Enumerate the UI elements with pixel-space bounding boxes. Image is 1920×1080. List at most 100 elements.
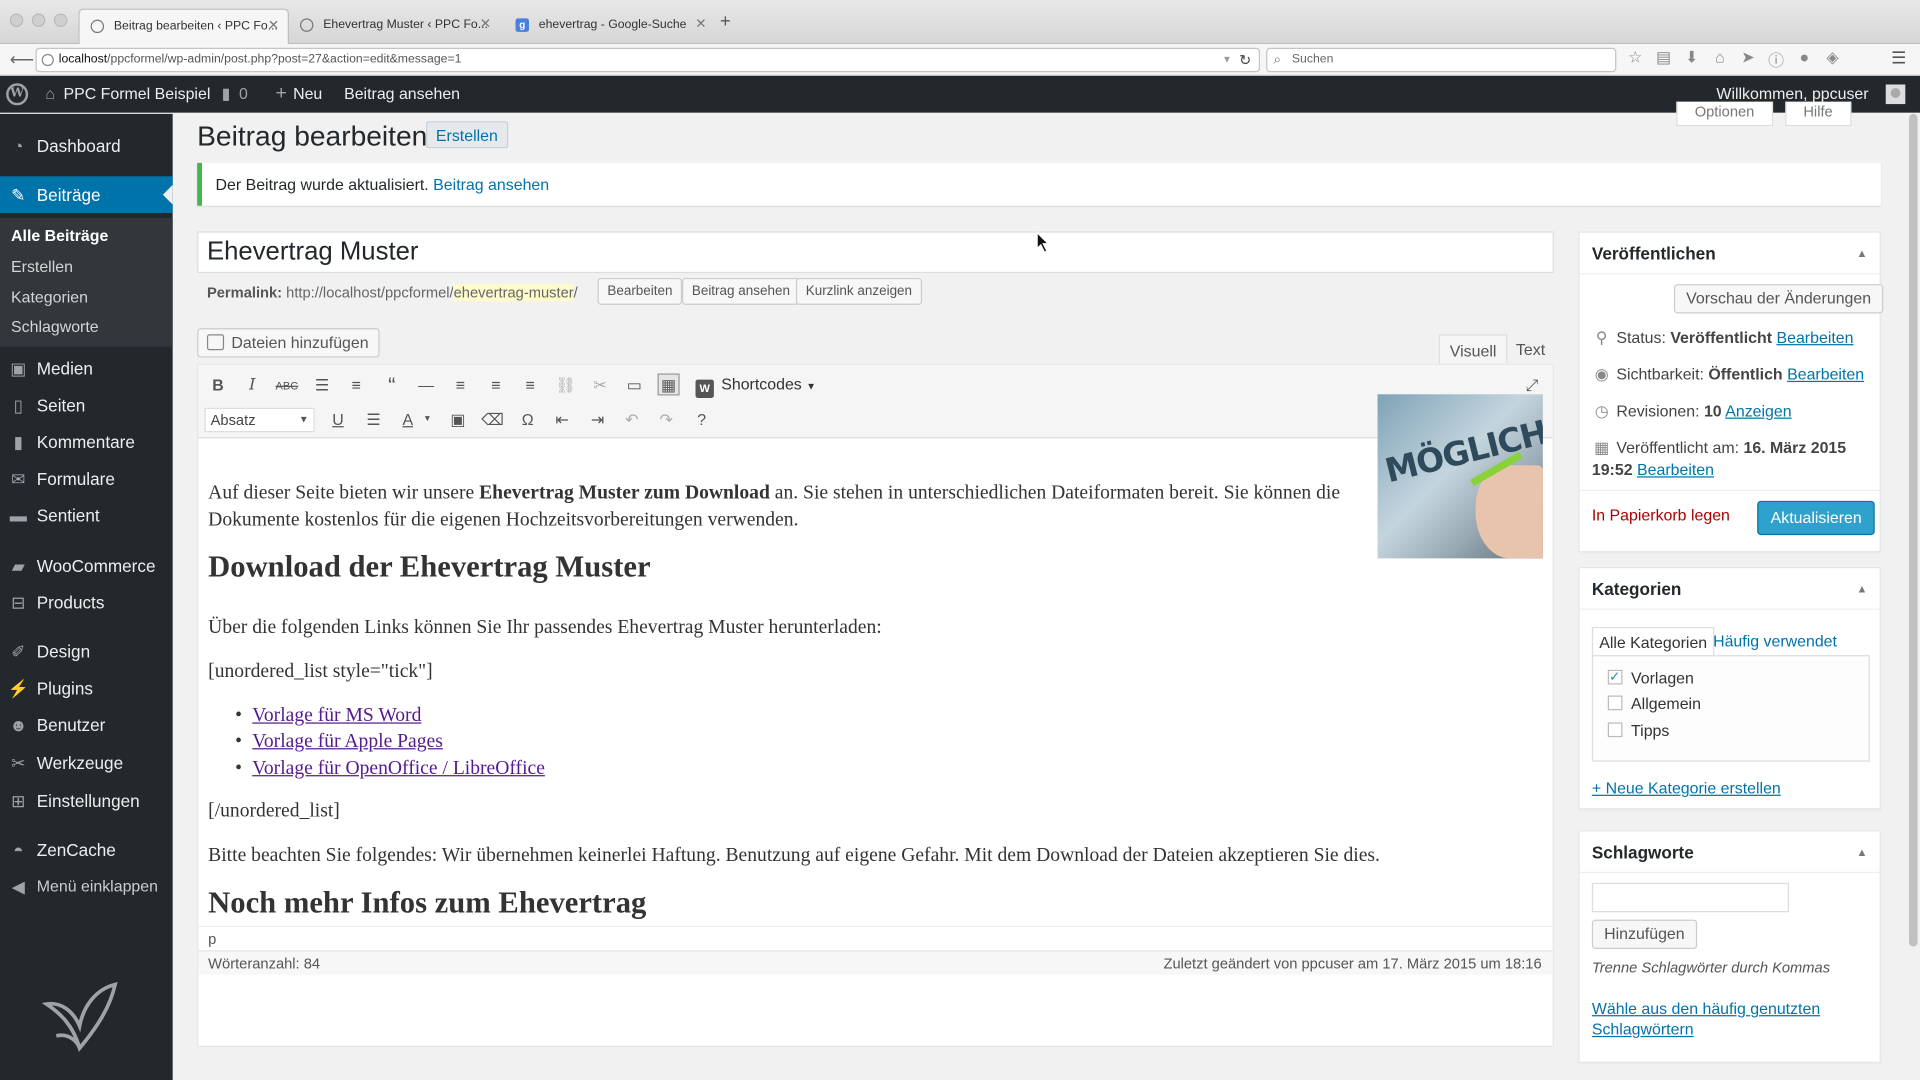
- send-icon[interactable]: ➤: [1739, 48, 1757, 71]
- sidebar-item-products[interactable]: ⊟ Products: [0, 584, 173, 621]
- publish-box-header[interactable]: Veröffentlichen ▲: [1579, 233, 1880, 275]
- avatar[interactable]: [1885, 84, 1906, 105]
- special-character-icon[interactable]: Ω: [517, 409, 539, 431]
- sidebar-item-plugins[interactable]: ⚡ Plugins: [0, 670, 173, 707]
- show-revisions-link[interactable]: Anzeigen: [1725, 402, 1791, 420]
- checkbox-vorlagen[interactable]: [1607, 667, 1623, 687]
- toolbar-toggle-icon[interactable]: ▦: [657, 373, 680, 396]
- redo-icon[interactable]: ↷: [655, 409, 677, 431]
- sidebar-item-zencache[interactable]: ◓ ZenCache: [0, 831, 173, 868]
- browser-search-input[interactable]: ⌕ Suchen: [1266, 47, 1617, 73]
- sidebar-item-tools[interactable]: ✂ Werkzeuge: [0, 744, 173, 781]
- shortlink-button[interactable]: Kurzlink anzeigen: [795, 277, 922, 305]
- justify-icon[interactable]: ☰: [362, 409, 384, 431]
- content-image[interactable]: MÖGLICH: [1377, 394, 1543, 559]
- text-color-caret-icon[interactable]: ▼: [416, 409, 438, 431]
- list-item[interactable]: Vorlagen: [1607, 667, 1694, 689]
- sidebar-item-settings[interactable]: ⊞ Einstellungen: [0, 782, 173, 819]
- tab-all-categories[interactable]: Alle Kategorien: [1591, 626, 1715, 657]
- submenu-categories[interactable]: Kategorien: [11, 288, 88, 306]
- choose-tags-link-2[interactable]: Schlagwörtern: [1592, 1019, 1694, 1040]
- tag-input[interactable]: [1591, 882, 1789, 913]
- close-tab-icon[interactable]: ✕: [268, 10, 279, 43]
- outdent-icon[interactable]: ⇤: [551, 409, 573, 431]
- sidebar-item-forms[interactable]: ✉ Formulare: [0, 460, 173, 497]
- list-item[interactable]: Tipps: [1607, 721, 1669, 741]
- submenu-new-post[interactable]: Erstellen: [11, 257, 73, 275]
- view-post-button[interactable]: Beitrag ansehen: [682, 277, 800, 305]
- sidebar-item-dashboard[interactable]: ◔ Dashboard: [0, 127, 173, 164]
- browser-tab-edit-post[interactable]: Beitrag bearbeiten ‹ PPC Fo... ✕: [78, 8, 289, 45]
- close-tab-icon[interactable]: ✕: [480, 9, 491, 42]
- browser-tab-google[interactable]: g ehevertrag - Google-Suche ✕: [504, 9, 715, 45]
- help-icon[interactable]: ?: [691, 409, 713, 431]
- checkbox-allgemein[interactable]: [1607, 695, 1623, 711]
- close-window-button[interactable]: [9, 13, 24, 27]
- bookmarks-list-icon[interactable]: ▤: [1654, 48, 1672, 71]
- edit-permalink-button[interactable]: Bearbeiten: [597, 277, 683, 305]
- edit-date-link[interactable]: Bearbeiten: [1637, 460, 1714, 478]
- browser-tab-post-preview[interactable]: Ehevertrag Muster ‹ PPC Fo... ✕: [289, 9, 500, 45]
- read-more-icon[interactable]: ▭: [623, 375, 645, 397]
- sidebar-item-design[interactable]: ✐ Design: [0, 633, 173, 670]
- close-tab-icon[interactable]: ✕: [695, 9, 706, 42]
- undo-icon[interactable]: ↶: [621, 409, 643, 431]
- horizontal-line-icon[interactable]: —: [415, 375, 437, 397]
- comments-link[interactable]: ▮ 0: [222, 76, 248, 113]
- download-icon[interactable]: ⬇: [1682, 48, 1700, 71]
- tab-visual[interactable]: Visuell: [1438, 334, 1508, 365]
- add-category-link[interactable]: + Neue Kategorie erstellen: [1592, 778, 1781, 799]
- collapse-arrow-icon[interactable]: ▲: [1856, 568, 1867, 610]
- permalink-slug[interactable]: ehevertrag-muster: [453, 284, 574, 302]
- sidebar-collapse-menu[interactable]: ◀ Menü einklappen: [0, 868, 173, 905]
- new-content-link[interactable]: + Neu: [276, 76, 323, 113]
- tab-popular-categories[interactable]: Häufig verwendet: [1707, 627, 1843, 656]
- site-name-link[interactable]: ⌂ PPC Formel Beispiel: [45, 76, 210, 113]
- bold-icon[interactable]: B: [207, 375, 229, 397]
- edit-visibility-link[interactable]: Bearbeiten: [1787, 365, 1864, 383]
- sidebar-item-woocommerce[interactable]: ▰ WooCommerce: [0, 547, 173, 584]
- add-tag-button[interactable]: Hinzufügen: [1591, 919, 1697, 949]
- url-bar[interactable]: localhost/ppcformel/wp-admin/post.php?po…: [35, 47, 1261, 73]
- wordpress-logo-icon[interactable]: W: [6, 83, 29, 106]
- minimize-window-button[interactable]: [31, 13, 46, 27]
- bullet-list-icon[interactable]: ☰: [311, 375, 333, 397]
- edit-status-link[interactable]: Bearbeiten: [1776, 328, 1853, 346]
- preview-changes-button[interactable]: Vorschau der Änderungen: [1673, 284, 1884, 314]
- align-left-icon[interactable]: ≡: [449, 375, 471, 397]
- align-center-icon[interactable]: ≡: [485, 375, 507, 397]
- indent-icon[interactable]: ⇥: [587, 409, 609, 431]
- format-select[interactable]: Absatz ▼: [204, 407, 315, 433]
- align-right-icon[interactable]: ≡: [519, 375, 541, 397]
- page-scrollbar[interactable]: [1905, 113, 1920, 1080]
- blockquote-icon[interactable]: “: [381, 375, 403, 397]
- submenu-tags[interactable]: Schlagworte: [11, 317, 99, 335]
- collapse-arrow-icon[interactable]: ▲: [1856, 831, 1867, 873]
- home-icon[interactable]: ⌂: [1711, 48, 1729, 71]
- info-icon[interactable]: ⓘ: [1767, 48, 1785, 71]
- move-to-trash-link[interactable]: In Papierkorb legen: [1592, 506, 1730, 524]
- collapse-arrow-icon[interactable]: ▲: [1856, 233, 1867, 275]
- browser-menu-icon[interactable]: ☰: [1891, 48, 1906, 69]
- add-media-button[interactable]: Dateien hinzufügen: [197, 328, 380, 358]
- italic-icon[interactable]: I: [241, 375, 263, 397]
- sidebar-item-users[interactable]: ☻ Benutzer: [0, 707, 173, 744]
- add-new-post-button[interactable]: Erstellen: [426, 121, 508, 149]
- list-item[interactable]: Allgemein: [1607, 694, 1701, 714]
- tab-text[interactable]: Text: [1506, 334, 1555, 365]
- new-tab-icon[interactable]: +: [720, 11, 731, 32]
- update-button[interactable]: Aktualisieren: [1757, 500, 1876, 536]
- reload-icon[interactable]: ↻: [1239, 49, 1251, 71]
- submenu-all-posts[interactable]: Alle Beiträge: [11, 227, 108, 245]
- view-post-link[interactable]: Beitrag ansehen: [344, 76, 460, 113]
- tags-box-header[interactable]: Schlagworte ▲: [1579, 831, 1880, 874]
- screen-options-button[interactable]: Optionen: [1676, 101, 1773, 127]
- notice-view-post-link[interactable]: Beitrag ansehen: [433, 175, 549, 193]
- url-dropdown-icon[interactable]: ▼: [1222, 49, 1232, 71]
- numbered-list-icon[interactable]: ≡: [345, 375, 367, 397]
- maximize-window-button[interactable]: [53, 13, 68, 27]
- bookmark-star-icon[interactable]: ☆: [1626, 48, 1644, 71]
- sidebar-item-sentient[interactable]: ▬ Sentient: [0, 497, 173, 534]
- link-icon[interactable]: ⛓: [555, 375, 577, 397]
- categories-box-header[interactable]: Kategorien ▲: [1579, 568, 1880, 610]
